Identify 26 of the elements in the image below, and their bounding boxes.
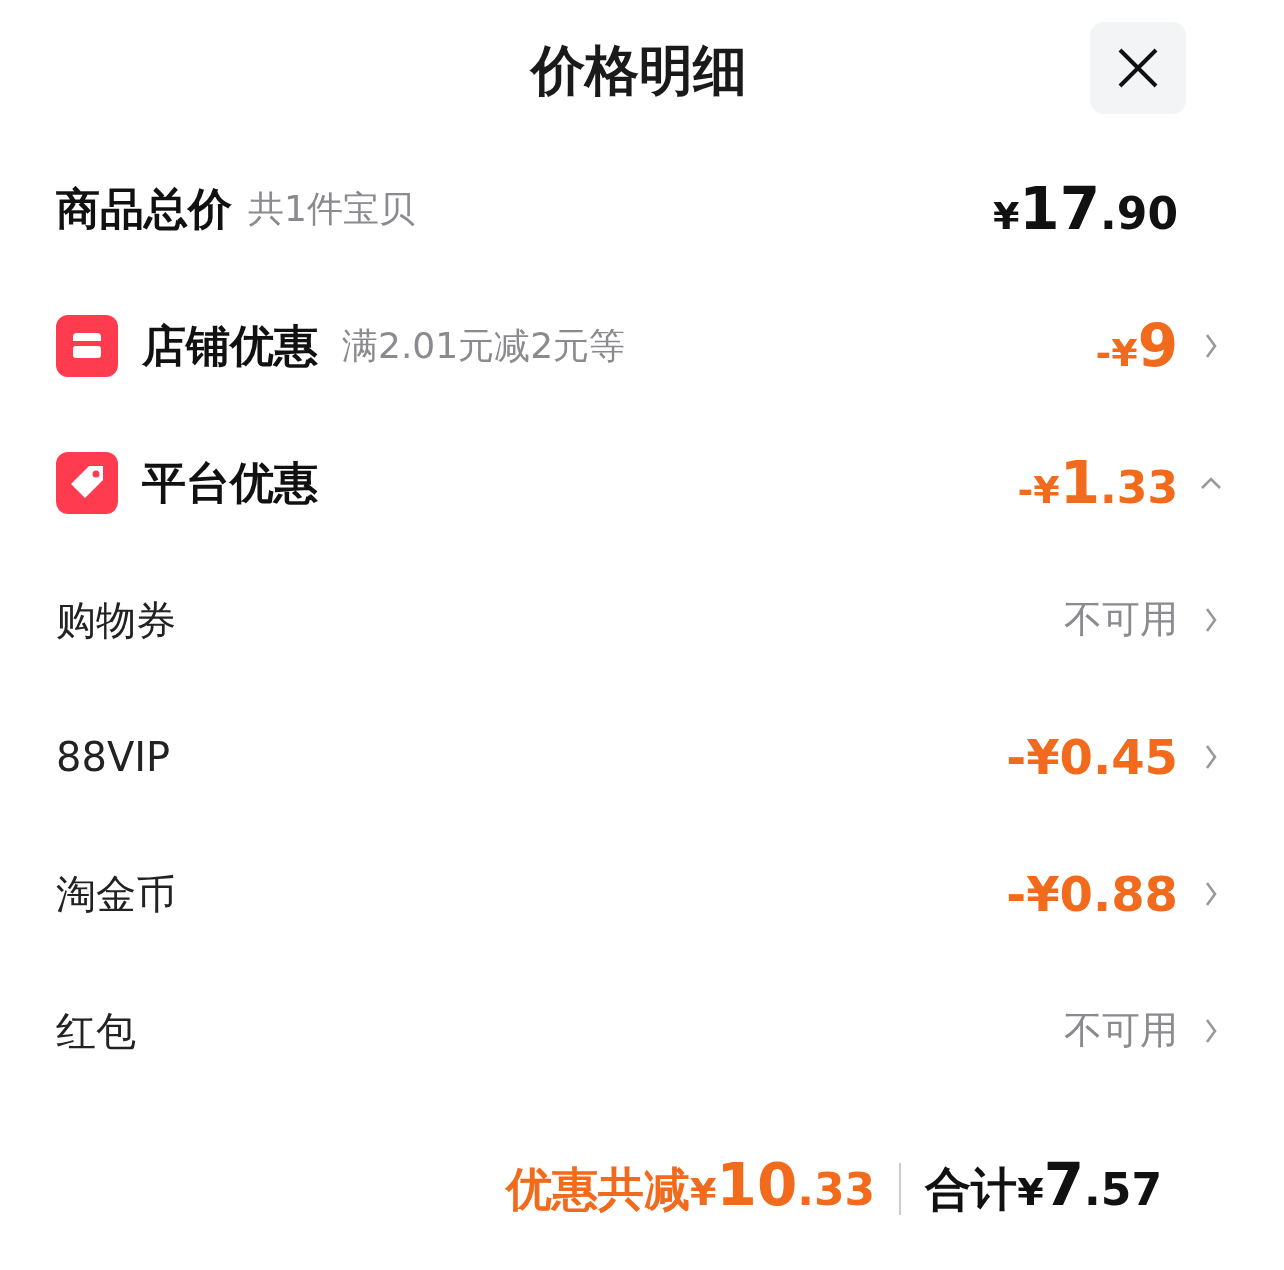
unavailable-text: 不可用 bbox=[1064, 1007, 1178, 1054]
grand-total-label: 合计 bbox=[925, 1160, 1018, 1218]
sheet-title: 价格明细 bbox=[531, 37, 747, 104]
discount-item-label: 88VIP bbox=[56, 732, 171, 782]
discount-label: 店铺优惠 bbox=[142, 318, 318, 373]
store-icon bbox=[56, 314, 118, 377]
discount-item-label: 淘金币 bbox=[56, 869, 176, 919]
discount-value: -¥0.45 bbox=[1006, 727, 1178, 787]
discount-amount: -¥9 bbox=[1095, 316, 1178, 375]
savings-amount: ¥10.33 bbox=[690, 1155, 876, 1214]
discount-item-label: 购物券 bbox=[56, 595, 176, 645]
discount-item-label: 红包 bbox=[56, 1006, 136, 1056]
close-icon bbox=[1117, 47, 1159, 89]
chevron-up-icon[interactable] bbox=[1200, 475, 1222, 490]
total-label: 商品总价 bbox=[56, 181, 232, 236]
savings-label: 优惠共减 bbox=[506, 1160, 691, 1218]
discount-value: -¥0.88 bbox=[1006, 864, 1178, 924]
close-button[interactable] bbox=[1090, 22, 1186, 114]
item-count: 共1件宝贝 bbox=[248, 186, 415, 231]
grand-total-amount: ¥7.57 bbox=[1017, 1155, 1162, 1214]
unavailable-text: 不可用 bbox=[1064, 596, 1178, 643]
discount-amount: -¥1.33 bbox=[1017, 453, 1178, 512]
discount-label: 平台优惠 bbox=[142, 455, 318, 510]
total-amount: ¥17.90 bbox=[992, 179, 1178, 238]
discount-note: 满2.01元减2元等 bbox=[342, 323, 626, 368]
tag-icon bbox=[56, 451, 118, 514]
